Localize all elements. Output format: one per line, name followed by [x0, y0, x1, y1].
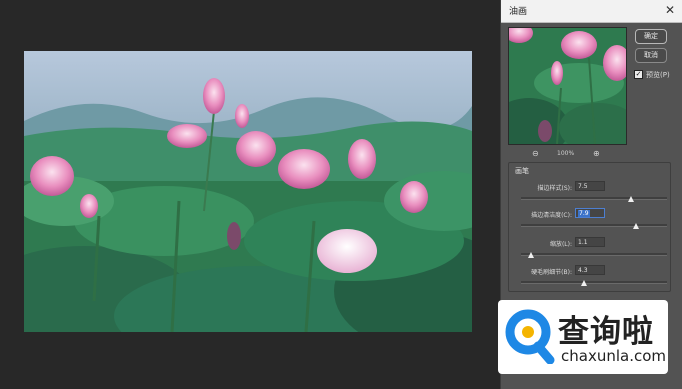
preview-image [509, 28, 626, 144]
zoom-in-icon[interactable]: ⊕ [593, 149, 600, 158]
stroke-style-slider[interactable] [521, 197, 667, 200]
zoom-controls: ⊖ 100% ⊕ [501, 149, 631, 159]
bristle-detail-value: 4.3 [578, 267, 588, 274]
zoom-level: 100% [557, 150, 575, 157]
stroke-cleanliness-value: 7.9 [578, 210, 590, 217]
stroke-cleanliness-label: 描边清洁度(C): [531, 212, 572, 219]
dialog-title-bar[interactable]: 油画 ✕ [501, 0, 682, 23]
watermark-domain: chaxunla.com [561, 347, 666, 365]
bristle-detail-slider[interactable] [521, 281, 667, 284]
close-icon[interactable]: ✕ [665, 2, 675, 18]
zoom-out-icon[interactable]: ⊖ [532, 149, 539, 158]
brush-group-label: 画笔 [513, 166, 531, 176]
bristle-detail-input[interactable]: 4.3 [575, 265, 605, 275]
stroke-cleanliness-input[interactable]: 7.9 [575, 208, 605, 218]
magnifier-logo-icon [505, 309, 555, 364]
stroke-cleanliness-slider-thumb[interactable] [633, 223, 640, 229]
stroke-cleanliness-slider[interactable] [521, 224, 667, 227]
ok-button[interactable]: 确定 [635, 29, 667, 44]
stroke-style-slider-thumb[interactable] [627, 196, 634, 202]
preview-thumbnail[interactable] [508, 27, 627, 145]
preview-checkbox[interactable]: ✓ [634, 70, 643, 79]
watermark-text: 查询啦 [558, 314, 654, 350]
scale-label: 缩放(L): [549, 241, 572, 248]
cancel-button[interactable]: 取消 [635, 48, 667, 63]
bristle-detail-slider-thumb[interactable] [580, 280, 587, 286]
stroke-style-label: 描边样式(S): [537, 185, 572, 192]
scale-slider[interactable] [521, 253, 667, 256]
bristle-detail-label: 硬毛刷细节(B): [531, 269, 572, 276]
site-watermark: 查询啦 chaxunla.com [498, 300, 668, 374]
checkmark-icon: ✓ [635, 70, 642, 78]
stroke-style-value: 7.5 [578, 183, 588, 190]
scale-value: 1.1 [578, 239, 588, 246]
document-canvas[interactable] [24, 51, 472, 332]
scale-slider-thumb[interactable] [528, 252, 535, 258]
dialog-title: 油画 [509, 7, 528, 17]
scale-input[interactable]: 1.1 [575, 237, 605, 247]
preview-checkbox-label: 预览(P) [646, 71, 670, 79]
stroke-style-input[interactable]: 7.5 [575, 181, 605, 191]
lotus-painting [24, 51, 472, 332]
